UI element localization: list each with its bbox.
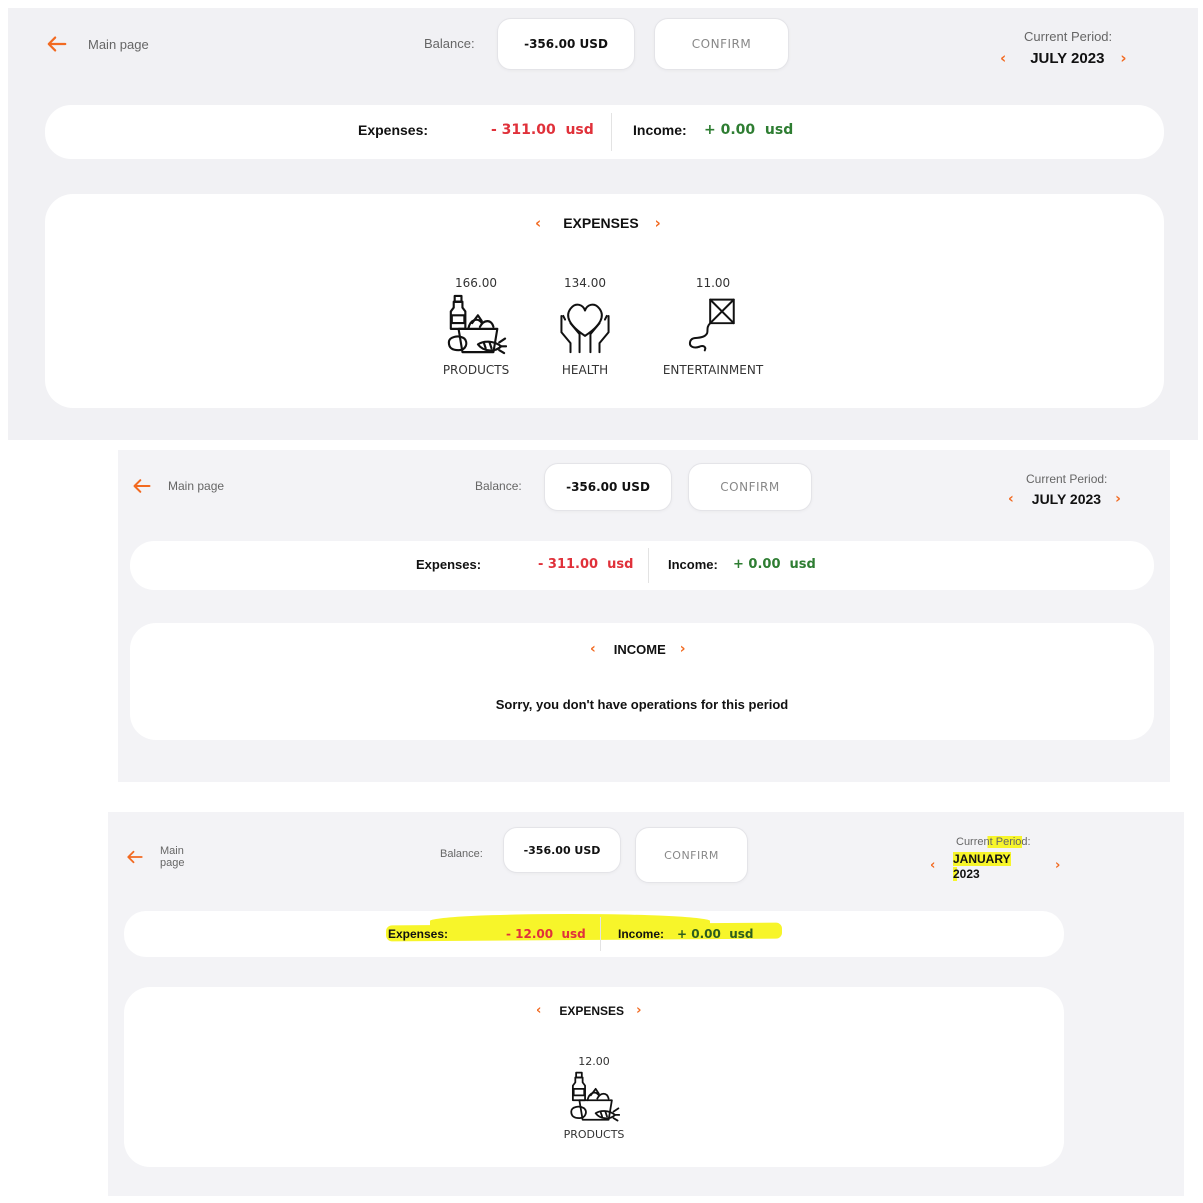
balance-label: Balance:: [440, 848, 483, 860]
category-amount: 134.00: [564, 276, 606, 290]
current-period-label: Current Period:: [1026, 472, 1108, 486]
groceries-bag-icon: [445, 294, 507, 356]
current-period-label: Current Period:: [956, 836, 1031, 848]
highlight-mark: [430, 914, 710, 928]
period-year: 2023: [953, 867, 980, 881]
current-period-label: Current Period:: [1024, 29, 1113, 44]
chevron-left-icon[interactable]: ‹: [930, 858, 935, 873]
summary-divider: [648, 548, 649, 583]
category-item[interactable]: 134.00 HEALTH: [545, 276, 625, 380]
expenses-label: Expenses:: [416, 557, 482, 572]
expenses-value: - 12.00 usd: [506, 927, 586, 941]
summary-bar: Expenses: - 311.00 usd Income: + 0.00 us…: [130, 541, 1154, 590]
back-button[interactable]: Main page: [132, 475, 252, 497]
chevron-right-icon[interactable]: ›: [655, 214, 661, 232]
category-item[interactable]: 11.00 ENTERTAINMENT: [655, 276, 771, 380]
arrow-left-icon: [126, 848, 144, 866]
chevron-left-icon[interactable]: ‹: [1000, 49, 1006, 67]
category-item[interactable]: 166.00 PRODUCTS: [435, 276, 517, 380]
period-value: JULY 2023: [1031, 491, 1102, 507]
category-amount: 12.00: [578, 1055, 610, 1068]
category-item[interactable]: 12.00 PRODUCTS: [556, 1055, 632, 1145]
income-card: ‹ INCOME › Sorry, you don't have operati…: [130, 623, 1154, 740]
section-title: INCOME: [613, 641, 666, 657]
balance-value: -356.00 USD: [503, 827, 621, 873]
summary-bar: Expenses: - 12.00 usd Income: + 0.00 usd: [124, 911, 1064, 957]
chevron-left-icon[interactable]: ‹: [1008, 491, 1014, 507]
period-value: JULY 2023: [1030, 49, 1105, 67]
income-label: Income:: [668, 557, 718, 572]
expenses-card: ‹ EXPENSES › 166.00 PRODUCTS 134.00 HEAL…: [45, 194, 1164, 408]
chevron-left-icon[interactable]: ‹: [536, 1003, 541, 1018]
category-label: ENTERTAINMENT: [662, 363, 764, 377]
chevron-left-icon[interactable]: ‹: [535, 214, 541, 232]
back-label: Main page: [160, 845, 185, 869]
section-switcher: ‹ INCOME ›: [590, 641, 710, 657]
arrow-left-icon: [132, 476, 152, 496]
current-period-label-text: Current Period:: [956, 836, 1031, 848]
chevron-right-icon[interactable]: ›: [680, 641, 686, 657]
balance-value: -356.00 USD: [497, 18, 635, 70]
expenses-card: ‹ EXPENSES › 12.00 PRODUCTS: [124, 987, 1064, 1167]
expenses-label: Expenses:: [358, 122, 429, 138]
category-label: HEALTH: [561, 363, 609, 377]
balance-label: Balance:: [475, 479, 522, 493]
period-month: JANUARY: [953, 852, 1011, 866]
empty-message: Sorry, you don't have operations for thi…: [495, 697, 789, 712]
category-amount: 166.00: [455, 276, 497, 290]
section-title: EXPENSES: [559, 1003, 625, 1018]
back-label: Main page: [88, 36, 149, 52]
section-switcher: ‹ EXPENSES ›: [535, 214, 675, 232]
heart-hands-icon: [556, 294, 614, 356]
chevron-right-icon[interactable]: ›: [1120, 49, 1126, 67]
expenses-value: - 311.00 usd: [538, 557, 634, 572]
income-value: + 0.00 usd: [677, 927, 754, 941]
period-switcher: ‹ JANUARY 2023 ›: [928, 852, 1068, 882]
period-switcher: ‹ JULY 2023 ›: [1008, 489, 1148, 509]
balance-value: -356.00 USD: [544, 463, 672, 511]
expenses-label: Expenses:: [388, 927, 449, 941]
income-value: + 0.00 usd: [704, 122, 794, 138]
category-label: PRODUCTS: [442, 363, 510, 377]
chevron-right-icon[interactable]: ›: [1115, 491, 1121, 507]
expenses-value: - 311.00 usd: [491, 122, 594, 138]
category-amount: 11.00: [695, 276, 731, 290]
summary-divider: [600, 917, 601, 951]
confirm-button[interactable]: CONFIRM: [654, 18, 789, 70]
period-switcher: ‹ JULY 2023 ›: [1000, 47, 1140, 69]
summary-bar: Expenses: - 311.00 usd Income: + 0.00 us…: [45, 105, 1164, 159]
back-button[interactable]: Main page: [46, 32, 176, 56]
confirm-button[interactable]: CONFIRM: [635, 827, 748, 883]
back-label: Main page: [168, 479, 225, 493]
chevron-left-icon[interactable]: ‹: [590, 641, 596, 657]
arrow-left-icon: [46, 33, 68, 55]
summary-divider: [611, 113, 612, 151]
balance-label: Balance:: [424, 36, 475, 51]
section-title: EXPENSES: [563, 215, 639, 231]
kite-icon: [683, 294, 741, 356]
income-label: Income:: [618, 927, 665, 941]
back-button[interactable]: Main page: [126, 843, 206, 871]
chevron-right-icon[interactable]: ›: [636, 1003, 641, 1018]
income-value: + 0.00 usd: [733, 557, 816, 572]
category-label: PRODUCTS: [563, 1128, 625, 1141]
groceries-bag-icon: [568, 1071, 620, 1123]
confirm-button[interactable]: CONFIRM: [688, 463, 812, 511]
chevron-right-icon[interactable]: ›: [1055, 858, 1060, 873]
section-switcher: ‹ EXPENSES ›: [536, 1003, 666, 1018]
income-label: Income:: [633, 122, 687, 138]
